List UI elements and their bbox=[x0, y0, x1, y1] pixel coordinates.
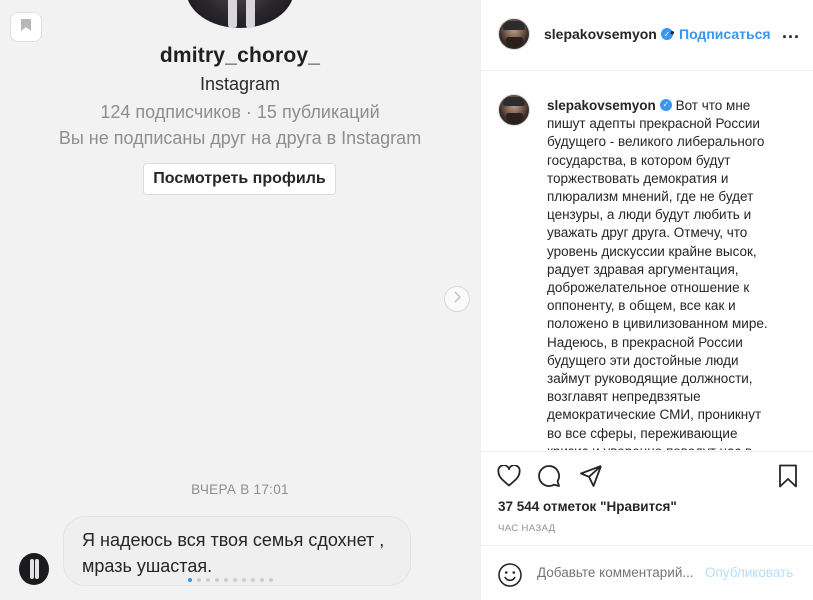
publish-button[interactable]: Опубликовать bbox=[705, 565, 793, 580]
more-options-button[interactable]: ... bbox=[782, 22, 800, 43]
header-separator: • bbox=[670, 25, 675, 40]
likes-count[interactable]: 37 544 отметок "Нравится" bbox=[498, 499, 677, 514]
carousel-dot bbox=[188, 578, 192, 582]
bookmark-badge bbox=[10, 12, 42, 42]
like-button[interactable] bbox=[495, 463, 523, 492]
profile-avatar bbox=[186, 0, 294, 28]
caption: slepakovsemyon ✓ Вот что мне пишут адепты… bbox=[547, 97, 777, 450]
profile-platform: Instagram bbox=[199, 74, 281, 94]
carousel-dot bbox=[215, 578, 219, 582]
carousel-dot bbox=[197, 578, 201, 582]
profile-name: dmitry_choroy_ bbox=[159, 44, 321, 67]
save-button[interactable] bbox=[774, 464, 802, 492]
profile-mutual-status: Вы не подписаны друг на друга в Instagra… bbox=[58, 128, 422, 148]
post-time[interactable]: ЧАС НАЗАД bbox=[498, 523, 555, 534]
dm-message-line: мразь ушастая. bbox=[82, 556, 213, 576]
carousel-dot bbox=[242, 578, 246, 582]
dm-avatar bbox=[19, 553, 49, 585]
carousel-dot bbox=[251, 578, 255, 582]
post-media[interactable]: dmitry_choroy_ Instagram 124 подписчиков… bbox=[0, 0, 480, 600]
carousel-dot bbox=[224, 578, 228, 582]
caption-username[interactable]: slepakovsemyon bbox=[547, 98, 656, 113]
carousel-dot bbox=[233, 578, 237, 582]
carousel-dot bbox=[269, 578, 273, 582]
carousel-dots bbox=[188, 578, 273, 582]
comment-input[interactable] bbox=[537, 565, 697, 580]
heart-icon bbox=[497, 463, 521, 492]
comment-bar: Опубликовать bbox=[481, 545, 813, 600]
post-panel: slepakovsemyon ✓ • Подписаться ... slepak… bbox=[480, 0, 813, 600]
bookmark-icon bbox=[20, 18, 32, 37]
emoji-icon[interactable] bbox=[497, 562, 523, 588]
post-header: slepakovsemyon ✓ • Подписаться ... bbox=[481, 0, 813, 71]
verified-icon: ✓ bbox=[659, 99, 672, 112]
carousel-dot bbox=[260, 578, 264, 582]
dm-message-line: Я надеюсь вся твоя семья сдохнет , bbox=[82, 530, 385, 550]
author-username-text[interactable]: slepakovsemyon bbox=[544, 26, 657, 42]
follow-button[interactable]: Подписаться bbox=[679, 26, 771, 42]
share-button[interactable] bbox=[577, 464, 605, 492]
chevron-right-icon bbox=[452, 290, 462, 308]
comment-button[interactable] bbox=[535, 464, 563, 492]
view-profile-button: Посмотреть профиль bbox=[143, 163, 336, 195]
profile-stats: 124 подписчиков · 15 публикаций bbox=[100, 102, 380, 122]
caption-text: Вот что мне пишут адепты прекрасной Росс… bbox=[547, 98, 768, 450]
save-icon bbox=[778, 464, 798, 493]
dm-message-bubble: Я надеюсь вся твоя семья сдохнет , мразь… bbox=[63, 516, 411, 586]
author-avatar[interactable] bbox=[498, 18, 530, 50]
caption-area: slepakovsemyon ✓ Вот что мне пишут адепты… bbox=[481, 72, 813, 450]
author-username[interactable]: slepakovsemyon ✓ bbox=[544, 26, 673, 42]
next-slide-button[interactable] bbox=[444, 286, 470, 312]
dm-timestamp: ВЧЕРА В 17:01 bbox=[191, 482, 289, 497]
caption-author-avatar[interactable] bbox=[498, 94, 530, 126]
share-icon bbox=[579, 464, 603, 493]
carousel-dot bbox=[206, 578, 210, 582]
comment-icon bbox=[537, 464, 561, 493]
